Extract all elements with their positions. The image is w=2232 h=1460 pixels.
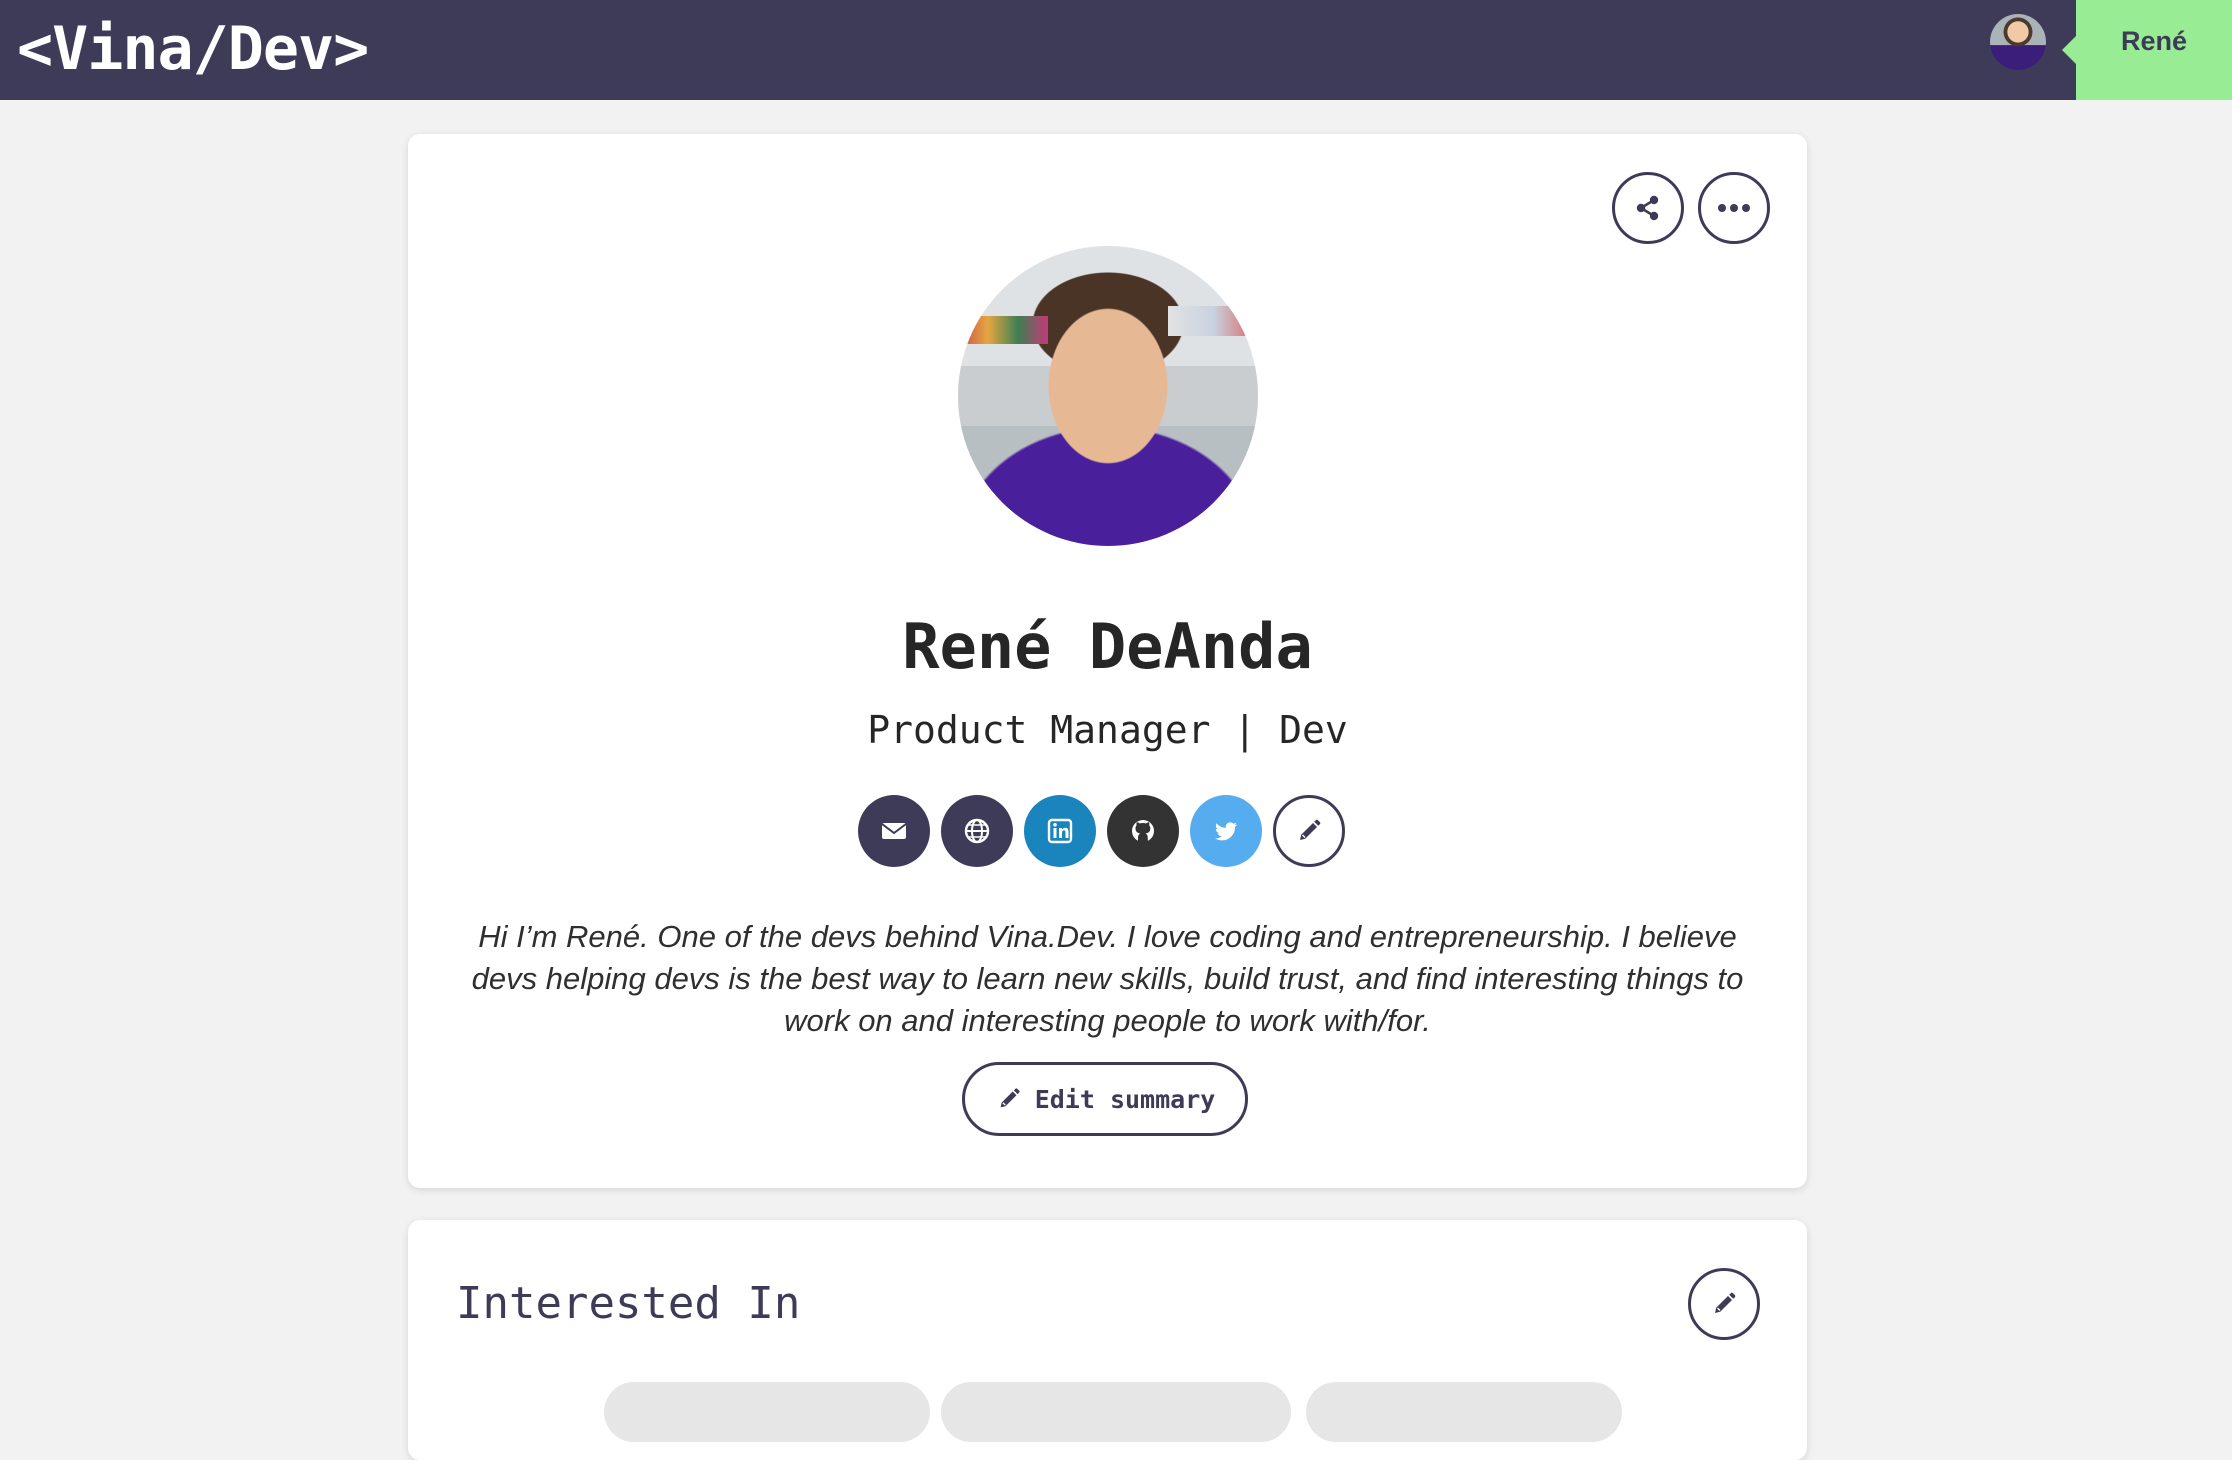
interest-chip[interactable]: [941, 1382, 1291, 1442]
website-link[interactable]: [941, 795, 1013, 867]
github-link[interactable]: [1107, 795, 1179, 867]
envelope-icon: [881, 823, 907, 839]
profile-photo: [958, 246, 1258, 546]
twitter-icon: [1215, 822, 1238, 841]
ellipsis-icon: [1718, 204, 1750, 212]
profile-card: René DeAnda Product Manager | Dev Hi I’m…: [408, 134, 1807, 1188]
email-link[interactable]: [858, 795, 930, 867]
edit-summary-label: Edit summary: [1034, 1084, 1216, 1114]
social-links: [858, 795, 1345, 867]
linkedin-link[interactable]: [1024, 795, 1096, 867]
site-logo[interactable]: <Vina/Dev>: [17, 10, 369, 88]
user-avatar[interactable]: [1990, 14, 2046, 70]
interests-card: Interested In: [408, 1220, 1807, 1460]
linkedin-icon: [1047, 818, 1073, 844]
pencil-icon: [1000, 1088, 1020, 1108]
more-options-button[interactable]: [1698, 172, 1770, 244]
pencil-icon: [1715, 1292, 1736, 1313]
interests-title: Interested In: [456, 1278, 801, 1329]
user-name-label: René: [2120, 26, 2188, 56]
share-icon: [1636, 195, 1659, 221]
edit-links-button[interactable]: [1273, 795, 1345, 867]
pencil-icon: [1300, 819, 1321, 840]
profile-name: René DeAnda: [902, 610, 1313, 683]
profile-headline: Product Manager | Dev: [867, 708, 1348, 752]
profile-summary: Hi I’m René. One of the devs behind Vina…: [471, 919, 1744, 1038]
edit-summary-button[interactable]: Edit summary: [962, 1062, 1248, 1136]
twitter-link[interactable]: [1190, 795, 1262, 867]
share-button[interactable]: [1612, 172, 1684, 244]
github-icon: [1132, 820, 1154, 842]
edit-interests-button[interactable]: [1688, 1268, 1760, 1340]
interest-chip[interactable]: [1306, 1382, 1622, 1442]
globe-icon: [964, 818, 990, 844]
interest-chip[interactable]: [604, 1382, 930, 1442]
top-navbar: <Vina/Dev> René: [0, 0, 2232, 100]
user-menu-tab[interactable]: René: [2062, 0, 2232, 100]
